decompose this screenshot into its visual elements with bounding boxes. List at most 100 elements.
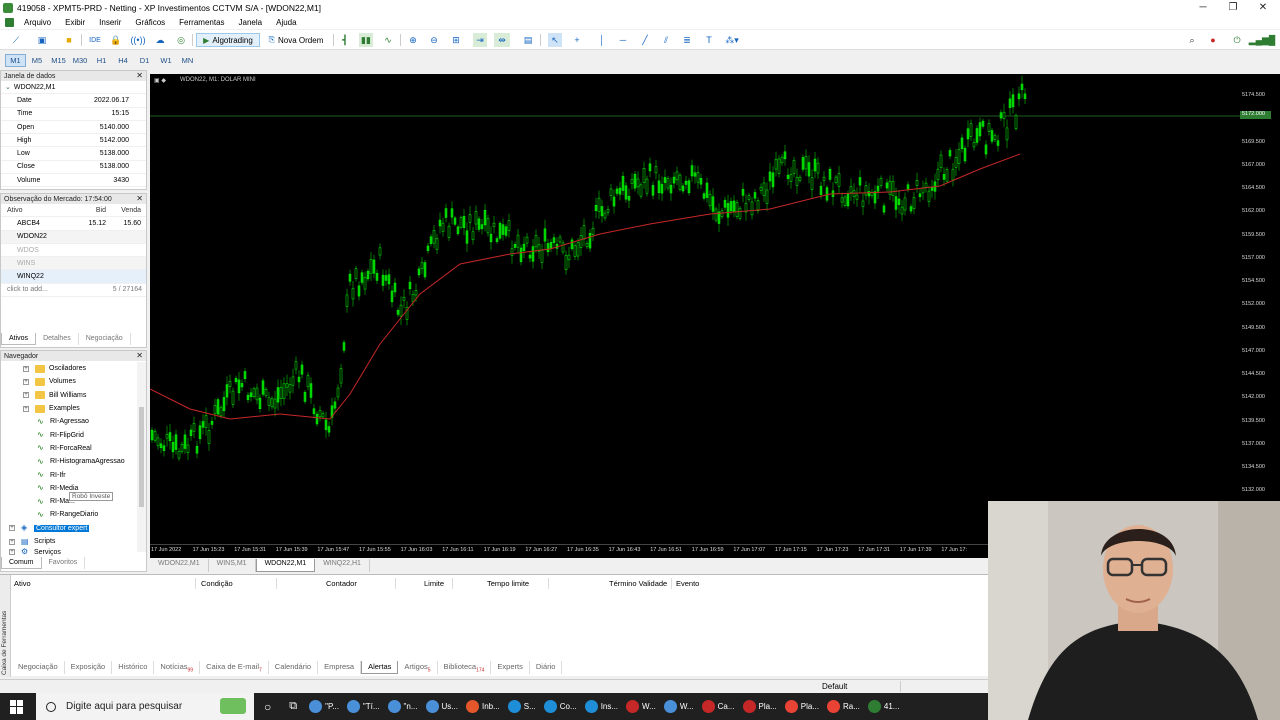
nav-expert[interactable]: + ◈ Consultor expert (1, 522, 137, 535)
tf-h4[interactable]: H4 (113, 54, 134, 67)
toolbox-tab-11[interactable]: Diário (530, 661, 563, 674)
taskbar-search[interactable]: Digite aqui para pesquisar (36, 693, 254, 720)
account-icon[interactable]: ⏻ (1230, 33, 1244, 47)
cloud-icon[interactable]: ☁ (153, 33, 167, 47)
lock-icon[interactable]: 🔒 (109, 33, 123, 47)
tab-detalhes[interactable]: Detalhes (36, 333, 79, 345)
chart-tab[interactable]: WDON22,M1 (255, 559, 316, 572)
col-venda[interactable]: Venda (108, 207, 144, 214)
algotrading-button[interactable]: ▶ Algotrading (196, 33, 260, 47)
toolbox-tab-3[interactable]: Notícias99 (154, 661, 201, 674)
chevron-icon[interactable]: ⌄ (5, 83, 11, 91)
profile-name[interactable]: Default (822, 682, 847, 691)
taskbar-app[interactable]: Ca... (698, 693, 739, 720)
search-icon[interactable]: ⌕ (1185, 33, 1199, 47)
col-header[interactable]: Condição (201, 579, 233, 588)
taskbar-app[interactable]: Ins... (581, 693, 622, 720)
notifications-icon[interactable]: ● (1206, 33, 1220, 47)
windows-start-icon[interactable] (10, 699, 24, 714)
chart-shift-icon[interactable]: ⇹ (494, 33, 510, 47)
nav-indicator[interactable]: ∿ RI-HistogramaAgressao (1, 455, 137, 468)
tf-m5[interactable]: M5 (27, 54, 48, 67)
symbol-row[interactable]: WINQ22 (1, 270, 146, 284)
menu-ajuda[interactable]: Ajuda (269, 18, 303, 27)
tab-ativos[interactable]: Ativos (1, 333, 37, 345)
col-header[interactable]: Término Validade (609, 579, 667, 588)
ide-button[interactable]: IDE (87, 33, 103, 47)
menu-graficos[interactable]: Gráficos (128, 18, 172, 27)
fibonacci-icon[interactable]: ≣ (680, 33, 694, 47)
nova-ordem-button[interactable]: ⎘ Nova Ordem (264, 33, 328, 47)
cursor-icon[interactable]: ↖ (548, 33, 562, 47)
toolbox-tab-7[interactable]: Alertas (361, 661, 399, 674)
toolbox-tab-5[interactable]: Calendário (269, 661, 319, 674)
taskbar-app[interactable]: W... (660, 693, 698, 720)
autoscroll-icon[interactable]: ⇥ (473, 33, 487, 47)
vps-icon[interactable]: ◎ (174, 33, 188, 47)
taskbar-app[interactable]: Inb... (462, 693, 504, 720)
data-window-close-icon[interactable]: ✕ (136, 71, 143, 80)
zoom-in-icon[interactable]: ⊕ (406, 33, 420, 47)
nav-indicator[interactable]: ∿ RI-ForcaReal (1, 442, 137, 455)
nav-services[interactable]: + ⚙ Serviços (1, 548, 137, 556)
nav-folder[interactable]: + Examples (1, 402, 137, 415)
menu-janela[interactable]: Janela (232, 18, 270, 27)
zoom-out-icon[interactable]: ⊖ (427, 33, 441, 47)
maximize-button[interactable]: ❐ (1218, 0, 1248, 15)
nav-indicator[interactable]: ∿ RI-RangeDiario (1, 508, 137, 521)
shapes-icon[interactable]: ⁂▾ (722, 33, 742, 47)
toolbox-tab-6[interactable]: Empresa (318, 661, 362, 674)
tf-d1[interactable]: D1 (134, 54, 155, 67)
tf-m30[interactable]: M30 (70, 54, 91, 67)
trend-line-icon[interactable]: ╱ (638, 33, 652, 47)
taskbar-app[interactable]: Pla... (781, 693, 823, 720)
nav-indicator[interactable]: ∿ RI-FlipGrid (1, 428, 137, 441)
text-icon[interactable]: T (702, 33, 716, 47)
nav-scripts[interactable]: + ▤ Scripts (1, 535, 137, 548)
chart-tab[interactable]: WINS,M1 (209, 559, 256, 572)
navigator-close-icon[interactable]: ✕ (136, 351, 143, 360)
toolbox-tab-4[interactable]: Caixa de E-mail7 (200, 661, 269, 674)
col-header[interactable]: Evento (676, 579, 699, 588)
price-chart[interactable]: WDON22, M1: DOLAR MINI ▣ ◆ 17 Jun 2022 17… (150, 74, 1240, 558)
nav-indicator[interactable]: ∿ RI-Ifr (1, 468, 137, 481)
nav-indicator[interactable]: ∿ RI-Agressao (1, 415, 137, 428)
taskbar-app[interactable]: Pla... (739, 693, 781, 720)
chart-tab[interactable]: WDON22,M1 (150, 559, 209, 572)
tf-m15[interactable]: M15 (48, 54, 69, 67)
menu-ferramentas[interactable]: Ferramentas (172, 18, 231, 27)
col-header[interactable]: Limite (424, 579, 444, 588)
menu-exibir[interactable]: Exibir (58, 18, 92, 27)
market-watch-close-icon[interactable]: ✕ (136, 194, 143, 203)
tab-favoritos[interactable]: Favoritos (42, 557, 86, 569)
toolbox-side-tab[interactable]: Caixa de Ferramentas (0, 575, 11, 677)
toolbox-tab-10[interactable]: Experts (491, 661, 530, 674)
horizontal-line-icon[interactable]: ─ (616, 33, 630, 47)
toolbox-tab-1[interactable]: Exposição (65, 661, 113, 674)
nav-folder[interactable]: + Osciladores (1, 362, 137, 375)
symbol-row[interactable]: WINS (1, 257, 146, 271)
navigator-scrollbar[interactable] (137, 362, 146, 552)
task-view-icon[interactable]: ⧉ (281, 693, 305, 720)
tf-mn[interactable]: MN (177, 54, 198, 67)
menu-inserir[interactable]: Inserir (92, 18, 128, 27)
taskbar-app[interactable]: Co... (540, 693, 581, 720)
col-header[interactable]: Tempo limite (487, 579, 529, 588)
nav-folder[interactable]: + Volumes (1, 375, 137, 388)
close-button[interactable]: ✕ (1248, 0, 1278, 15)
tf-h1[interactable]: H1 (91, 54, 112, 67)
chart-type-icon[interactable]: ⟋ (8, 33, 24, 47)
add-symbol-row[interactable]: click to add... 5 / 27164 (1, 284, 146, 298)
signal-icon[interactable]: ((•)) (130, 33, 145, 47)
taskbar-app[interactable]: W... (622, 693, 660, 720)
col-header[interactable]: Ativo (14, 579, 31, 588)
tab-negociacao[interactable]: Negociação (79, 333, 131, 345)
crosshair-icon[interactable]: + (570, 33, 584, 47)
toolbox-tab-2[interactable]: Histórico (112, 661, 155, 674)
toolbox-tab-0[interactable]: Negociação (12, 661, 65, 674)
toolbox-tab-8[interactable]: Artigos5 (398, 661, 438, 674)
taskbar-app[interactable]: 41... (864, 693, 904, 720)
vertical-line-icon[interactable]: │ (595, 33, 609, 47)
line-chart-icon[interactable]: ∿ (381, 33, 395, 47)
taskbar-app[interactable]: S... (504, 693, 540, 720)
